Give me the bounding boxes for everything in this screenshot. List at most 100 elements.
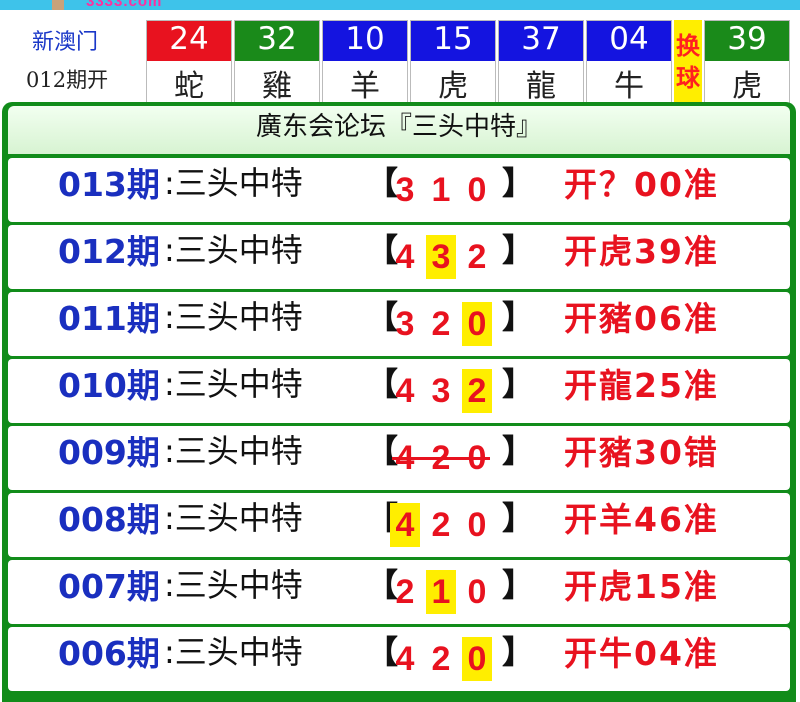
- row-result: 开羊46准: [564, 500, 719, 539]
- row-label: :三头中特: [164, 633, 303, 671]
- pick-digit: 3: [431, 372, 451, 410]
- pick-digit: 0: [467, 506, 487, 544]
- row-issue: 008期: [58, 500, 160, 539]
- pick-digit: 2: [462, 369, 492, 413]
- row-result: 开豬06准: [564, 299, 719, 338]
- ball-number: 24: [147, 21, 231, 61]
- pick-digit: 4: [395, 640, 415, 678]
- prediction-row: 013期:三头中特【3 1 0】开？00准: [8, 158, 790, 222]
- ball-1: 24 蛇: [146, 20, 232, 106]
- row-result: 开龍25准: [564, 366, 719, 405]
- row-picks: 420: [390, 627, 500, 691]
- right-bracket: 】: [502, 633, 535, 671]
- swap-char: 球: [676, 64, 700, 92]
- pick-digit: 0: [467, 171, 487, 209]
- pick-digit: 3: [395, 171, 415, 209]
- row-issue: 013期: [58, 165, 160, 204]
- pick-digit: 3: [395, 305, 415, 343]
- pick-digit: 0: [467, 573, 487, 611]
- row-picks: 320: [390, 292, 500, 356]
- right-bracket: 】: [502, 298, 535, 336]
- prediction-row: 010期:三头中特【4 3 2】开龍25准: [8, 359, 790, 423]
- row-label: :三头中特: [164, 298, 303, 336]
- prediction-row: 012期:三头中特【4 3 2】开虎39准: [8, 225, 790, 289]
- ball-4: 15 虎: [410, 20, 496, 106]
- right-bracket: 】: [502, 365, 535, 403]
- right-bracket: 】: [502, 432, 535, 470]
- row-issue: 006期: [58, 634, 160, 673]
- row-issue: 009期: [58, 433, 160, 472]
- row-label: :三头中特: [164, 365, 303, 403]
- prediction-row: 008期:三头中特【4 2 0】开羊46准: [8, 493, 790, 557]
- ball-number: 32: [235, 21, 319, 61]
- pick-digit: 0: [462, 302, 492, 346]
- ball-number: 10: [323, 21, 407, 61]
- top-banner-strip: 3333.com: [0, 0, 800, 10]
- pick-digit: 2: [431, 305, 451, 343]
- draw-balls: 24 蛇 32 雞 10 羊 15 虎 37 龍 04 牛 换 球 39 虎: [146, 20, 792, 106]
- row-picks: 310: [390, 158, 500, 222]
- draw-result-header: 新澳门 012期开 24 蛇 32 雞 10 羊 15 虎 37 龍 04 牛 …: [0, 10, 800, 106]
- right-bracket: 】: [502, 499, 535, 537]
- special-ball: 39 虎: [704, 20, 790, 106]
- ball-6: 04 牛: [586, 20, 672, 106]
- banner-logo[interactable]: 3333.com: [86, 0, 162, 10]
- pick-digit: 1: [431, 171, 451, 209]
- ball-zodiac: 蛇: [147, 61, 231, 105]
- right-bracket: 】: [502, 231, 535, 269]
- row-picks: 432: [390, 225, 500, 289]
- ball-zodiac: 龍: [499, 61, 583, 105]
- ball-number: 37: [499, 21, 583, 61]
- swap-char: 换: [676, 32, 700, 60]
- ball-zodiac: 虎: [411, 61, 495, 105]
- draw-issue-label: 012期开: [26, 68, 109, 92]
- pick-digit: 1: [426, 570, 456, 614]
- ball-2: 32 雞: [234, 20, 320, 106]
- forum-panel: 廣东会论坛『三头中特』 013期:三头中特【3 1 0】开？00准 012期:三头中特…: [2, 102, 796, 702]
- row-issue: 007期: [58, 567, 160, 606]
- row-result: 开豬30错: [564, 433, 719, 472]
- row-result: 开牛04准: [564, 634, 719, 673]
- pick-digit: 3: [426, 235, 456, 279]
- ball-zodiac: 羊: [323, 61, 407, 105]
- row-result: 开虎39准: [564, 232, 719, 271]
- swap-ball-marker: 换 球: [674, 20, 702, 104]
- row-label: :三头中特: [164, 499, 303, 537]
- row-label: :三头中特: [164, 164, 303, 202]
- pick-digit: 4: [390, 503, 420, 547]
- ball-number: 39: [705, 21, 789, 61]
- ball-3: 10 羊: [322, 20, 408, 106]
- strikethrough-line: [392, 457, 490, 460]
- forum-title: 廣东会论坛『三头中特』: [8, 106, 790, 154]
- pick-digit: 2: [467, 238, 487, 276]
- row-issue: 012期: [58, 232, 160, 271]
- row-picks: 420: [390, 493, 500, 557]
- row-issue: 010期: [58, 366, 160, 405]
- banner-thumbnail: [52, 0, 64, 10]
- ball-zodiac: 牛: [587, 61, 671, 105]
- pick-digit: 2: [431, 506, 451, 544]
- ball-number: 04: [587, 21, 671, 61]
- right-bracket: 】: [502, 566, 535, 604]
- row-picks: 432: [390, 359, 500, 423]
- pick-digit: 2: [431, 640, 451, 678]
- ball-number: 15: [411, 21, 495, 61]
- prediction-row: 011期:三头中特【3 2 0】开豬06准: [8, 292, 790, 356]
- ball-zodiac: 雞: [235, 61, 319, 105]
- row-label: :三头中特: [164, 231, 303, 269]
- source-name: 新澳门: [32, 30, 99, 55]
- prediction-row: 009期:三头中特【4 2 0】开豬30错: [8, 426, 790, 490]
- ball-5: 37 龍: [498, 20, 584, 106]
- pick-digit: 4: [395, 238, 415, 276]
- prediction-row: 006期:三头中特【4 2 0】开牛04准: [8, 627, 790, 691]
- right-bracket: 】: [502, 164, 535, 202]
- pick-digit: 2: [395, 573, 415, 611]
- pick-digit: 0: [462, 637, 492, 681]
- row-result: 开虎15准: [564, 567, 719, 606]
- row-label: :三头中特: [164, 566, 303, 604]
- row-issue: 011期: [58, 299, 160, 338]
- pick-digit: 4: [395, 372, 415, 410]
- ball-zodiac: 虎: [705, 61, 789, 105]
- row-picks: 210: [390, 560, 500, 624]
- row-result: 开？00准: [564, 165, 719, 204]
